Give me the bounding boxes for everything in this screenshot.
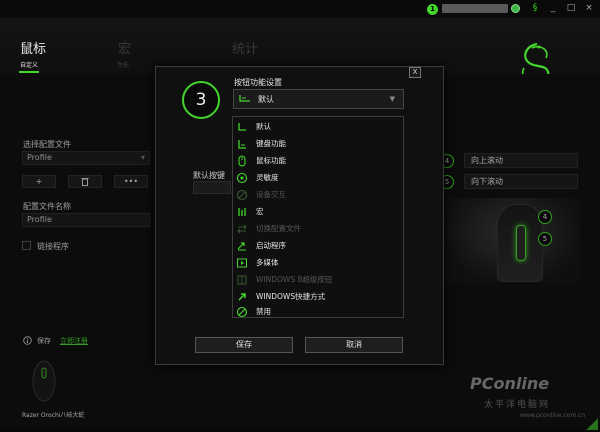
button-number-indicator: 3: [182, 81, 220, 119]
default-key-label: 默认按键: [193, 171, 225, 180]
dropdown-item-label: 宏: [256, 207, 264, 216]
multimedia-icon: [237, 258, 247, 267]
default-icon: [239, 95, 250, 102]
device-interaction-icon: [236, 189, 248, 200]
function-select[interactable]: 默认 ▼: [233, 89, 404, 109]
dropdown-item-windows-shortcut[interactable]: WINDOWS快捷方式: [233, 288, 403, 305]
cancel-button[interactable]: 取消: [305, 337, 403, 353]
dropdown-item-multimedia[interactable]: 多媒体: [233, 254, 403, 271]
title-bar: 1 § _ □ ×: [0, 0, 600, 18]
dropdown-item-macro[interactable]: 宏: [233, 203, 403, 220]
launch-program-icon: [237, 241, 246, 250]
tab-statistics[interactable]: 统计: [232, 38, 258, 57]
dropdown-item-label: 多媒体: [256, 258, 279, 267]
disable-icon: [236, 306, 248, 317]
close-window-button[interactable]: ×: [584, 2, 594, 14]
chevron-down-icon: ▼: [389, 95, 395, 103]
mouse-icon: [238, 154, 246, 167]
default-key-field: [193, 181, 231, 194]
window-controls: § _ □ ×: [530, 2, 594, 14]
dialog-title: 按钮功能设置: [234, 78, 282, 87]
dropdown-item-label: 鼠标功能: [256, 156, 286, 165]
active-subtab-indicator: [19, 71, 39, 73]
maximize-button[interactable]: □: [566, 2, 576, 14]
razer-snake-small-icon[interactable]: §: [530, 2, 540, 14]
dialog-close-button[interactable]: X: [409, 67, 421, 78]
dropdown-item-label: 默认: [256, 122, 271, 131]
save-button[interactable]: 保存: [195, 337, 293, 353]
sensitivity-icon: [236, 172, 248, 183]
dropdown-item-sensitivity[interactable]: 灵敏度: [233, 169, 403, 186]
dropdown-item-default[interactable]: 默认: [233, 118, 403, 135]
dropdown-item-label: 启动程序: [256, 241, 286, 250]
windows8-charms-icon: [237, 275, 247, 284]
dropdown-item-switch-profile: 切换配置文件: [233, 220, 403, 237]
dropdown-item-label: 设备交互: [256, 190, 286, 199]
dropdown-item-label: 键盘功能: [256, 139, 286, 148]
dropdown-item-disable[interactable]: 禁用: [233, 305, 403, 318]
online-status-icon[interactable]: [511, 4, 520, 13]
account-name-field[interactable]: [442, 4, 508, 13]
function-select-value: 默认: [258, 94, 274, 104]
notification-badge[interactable]: 1: [427, 4, 438, 15]
dropdown-item-mouse[interactable]: 鼠标功能: [233, 152, 403, 169]
macro-icon: [238, 207, 246, 216]
subtab-performance[interactable]: 性能: [117, 60, 129, 69]
dropdown-item-label: 禁用: [256, 307, 271, 316]
minimize-button[interactable]: _: [548, 2, 558, 14]
tab-macro[interactable]: 宏: [118, 38, 131, 57]
dropdown-item-label: 灵敏度: [256, 173, 279, 182]
dropdown-item-label: WINDOWS快捷方式: [256, 292, 326, 301]
switch-profile-icon: [237, 224, 247, 233]
dropdown-item-label: 切换配置文件: [256, 224, 301, 233]
dropdown-item-device-interaction: 设备交互: [233, 186, 403, 203]
function-dropdown-list: 默认 键盘功能 鼠标功能 灵敏度 设备交互 宏 切换配置文件 启动程序 多媒体 …: [232, 116, 404, 318]
tab-mouse[interactable]: 鼠标: [20, 38, 46, 57]
subtab-customize[interactable]: 自定义: [20, 60, 38, 69]
windows-shortcut-icon: [238, 292, 246, 301]
dropdown-item-keyboard[interactable]: 键盘功能: [233, 135, 403, 152]
default-icon: [238, 122, 246, 131]
dropdown-item-launch-program[interactable]: 启动程序: [233, 237, 403, 254]
dropdown-item-label: WINDOWS 8超级按钮: [256, 275, 333, 284]
keyboard-icon: [238, 139, 246, 149]
dropdown-item-windows8-charms: WINDOWS 8超级按钮: [233, 271, 403, 288]
